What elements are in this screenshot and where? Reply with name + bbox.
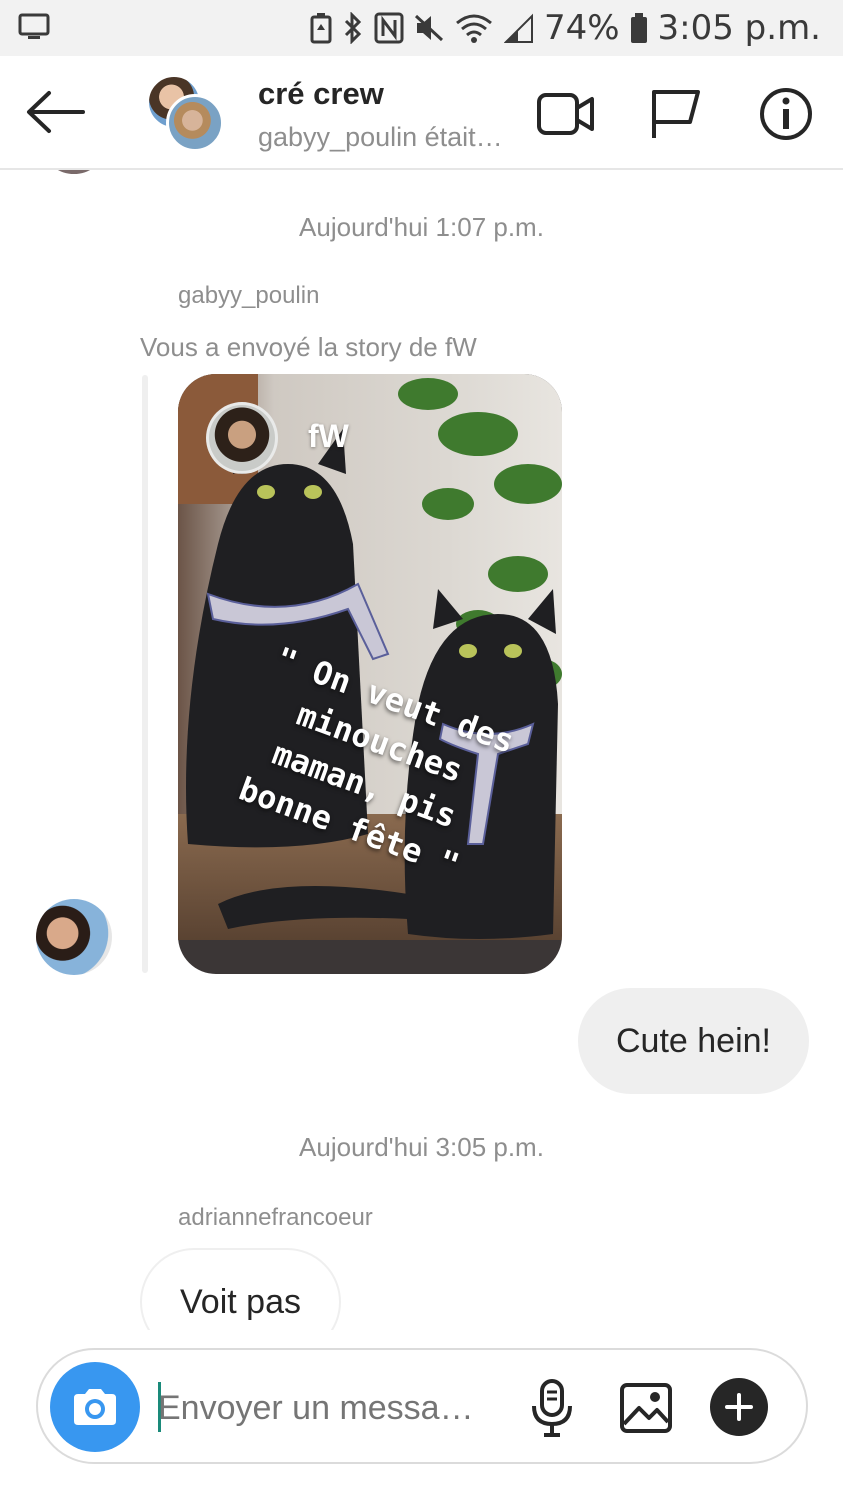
sender-name: adriannefrancoeur (178, 1204, 373, 1231)
chat-subtitle: gabyy_poulin était en ligne (258, 122, 508, 152)
bluetooth-icon (342, 12, 364, 44)
story-owner-name: fW (308, 418, 349, 454)
report-button[interactable] (644, 86, 704, 142)
chat-header: cré crew gabyy_poulin était en ligne (0, 56, 843, 170)
avatar (46, 170, 102, 174)
video-call-button[interactable] (536, 86, 596, 142)
message-thread[interactable]: Aujourd'hui 1:07 p.m. gabyy_poulin Vous … (0, 170, 843, 1330)
microphone-icon (532, 1379, 572, 1437)
message-composer (36, 1348, 808, 1464)
reply-line (142, 375, 148, 973)
info-icon (760, 88, 812, 140)
gallery-icon (620, 1383, 672, 1433)
voice-message-button[interactable] (522, 1378, 582, 1438)
message-input[interactable] (158, 1378, 508, 1438)
status-bar: 74% 3:05 p.m. (0, 0, 843, 56)
story-owner-avatar (206, 402, 278, 474)
battery-percent: 74% (543, 8, 620, 48)
chat-title[interactable]: cré crew (258, 76, 384, 112)
shared-story[interactable]: fW " On veut des minouches maman, pis bo… (178, 374, 562, 974)
info-button[interactable] (756, 86, 816, 142)
wifi-icon (454, 12, 494, 44)
gallery-button[interactable] (616, 1378, 676, 1438)
story-share-note: Vous a envoyé la story de fW (140, 332, 477, 362)
mute-icon (414, 12, 444, 44)
back-arrow-icon (27, 91, 85, 133)
more-options-button[interactable] (710, 1378, 768, 1436)
sender-name: gabyy_poulin (178, 282, 320, 309)
plus-icon (725, 1393, 753, 1421)
battery-icon (630, 12, 648, 44)
camera-icon (74, 1389, 116, 1425)
timestamp: Aujourd'hui 1:07 p.m. (299, 212, 544, 242)
timestamp: Aujourd'hui 3:05 p.m. (299, 1132, 544, 1162)
battery-saver-icon (310, 12, 332, 44)
group-avatar[interactable] (146, 74, 226, 154)
signal-icon (503, 12, 534, 44)
flag-icon (652, 90, 700, 138)
message-bubble-received[interactable]: Voit pas (140, 1248, 341, 1330)
video-call-icon (537, 93, 594, 135)
back-button[interactable] (24, 84, 86, 140)
message-bubble-sent[interactable]: Cute hein! (578, 988, 809, 1094)
nfc-icon (374, 12, 404, 44)
sender-avatar[interactable] (36, 899, 112, 975)
clock: 3:05 p.m. (657, 8, 821, 48)
camera-button[interactable] (50, 1362, 140, 1452)
screen-icon (18, 12, 50, 47)
avatar (166, 94, 224, 152)
